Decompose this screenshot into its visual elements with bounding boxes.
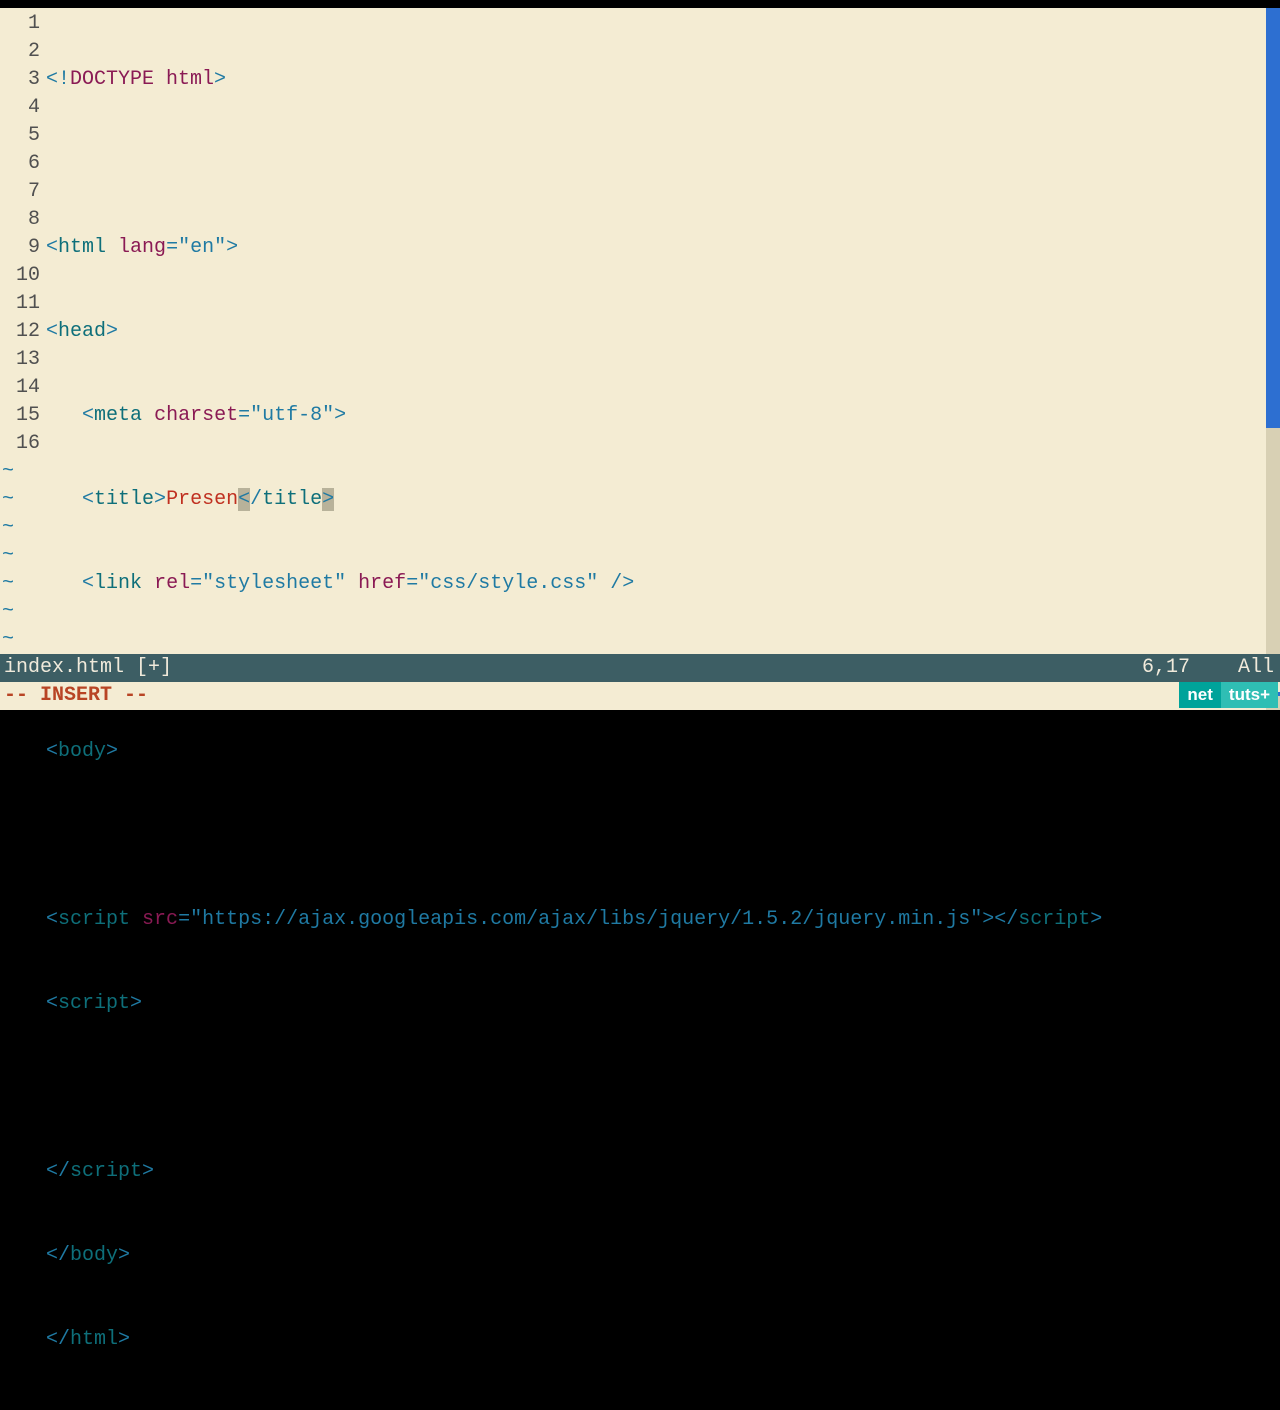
empty-line-tilde: ~ [2, 598, 14, 626]
line-number: 10 [0, 262, 40, 290]
code-line [46, 1074, 1266, 1102]
link-href-value: css/style.css [430, 572, 586, 595]
code-line: <head> [46, 318, 1266, 346]
vim-editor: 12345678910111213141516 <!DOCTYPE html> … [0, 8, 1280, 710]
empty-line-tilde: ~ [2, 486, 14, 514]
line-number: 12 [0, 318, 40, 346]
filename-text: index.html [4, 656, 124, 679]
line-number: 14 [0, 374, 40, 402]
cursor-position: 6,17 [1142, 654, 1190, 682]
modified-flag: [+] [136, 656, 172, 679]
code-line: <html lang="en"> [46, 234, 1266, 262]
code-line: </body> [46, 1242, 1266, 1270]
code-line: </html> [46, 1326, 1266, 1354]
logo-left: net [1179, 682, 1221, 708]
scrollbar-track[interactable] [1266, 8, 1280, 654]
line-number: 2 [0, 38, 40, 66]
scroll-indicator: All [1238, 654, 1274, 682]
code-line [46, 150, 1266, 178]
letterbox-top [0, 0, 1280, 8]
code-line: <body> [46, 738, 1266, 766]
code-area[interactable]: 12345678910111213141516 <!DOCTYPE html> … [0, 8, 1280, 654]
empty-line-tilde: ~ [2, 626, 14, 654]
empty-line-tilde: ~ [2, 458, 14, 486]
code-line: <script src="https://ajax.googleapis.com… [46, 906, 1266, 934]
code-line: <script> [46, 990, 1266, 1018]
title-text-value: Presen [166, 488, 238, 511]
line-number: 8 [0, 206, 40, 234]
vim-mode: -- INSERT -- [4, 682, 148, 710]
line-number: 11 [0, 290, 40, 318]
line-number: 9 [0, 234, 40, 262]
code-line: <title>Presen</title> [46, 486, 1266, 514]
mode-line: -- INSERT -- ▼ net tuts+ [0, 682, 1280, 710]
line-number: 3 [0, 66, 40, 94]
line-number: 7 [0, 178, 40, 206]
logo-right: tuts+ [1221, 682, 1278, 708]
line-number: 6 [0, 150, 40, 178]
line-number: 16 [0, 430, 40, 458]
line-number: 1 [0, 10, 40, 38]
status-bar: index.html [+] 6,17 All [0, 654, 1280, 682]
line-number: 13 [0, 346, 40, 374]
line-number: 4 [0, 94, 40, 122]
meta-charset-value: utf-8 [262, 404, 322, 427]
status-filename: index.html [+] [4, 654, 172, 682]
empty-line-tilde: ~ [2, 542, 14, 570]
code-line: <!DOCTYPE html> [46, 66, 1266, 94]
line-number: 5 [0, 122, 40, 150]
code-lines[interactable]: <!DOCTYPE html> <html lang="en"> <head> … [46, 10, 1266, 1410]
script-src-value: https://ajax.googleapis.com/ajax/libs/jq… [202, 908, 970, 931]
code-line: </script> [46, 1158, 1266, 1186]
empty-line-tilde: ~ [2, 514, 14, 542]
html-lang-value: en [190, 236, 214, 259]
code-line [46, 822, 1266, 850]
tilde-column: ~~~~~~~ [0, 458, 14, 654]
line-number: 15 [0, 402, 40, 430]
code-line: <meta charset="utf-8"> [46, 402, 1266, 430]
nettuts-logo: net tuts+ [1179, 682, 1278, 708]
scrollbar-thumb[interactable] [1266, 8, 1280, 428]
empty-line-tilde: ~ [2, 570, 14, 598]
code-line: <link rel="stylesheet" href="css/style.c… [46, 570, 1266, 598]
link-rel-value: stylesheet [214, 572, 334, 595]
